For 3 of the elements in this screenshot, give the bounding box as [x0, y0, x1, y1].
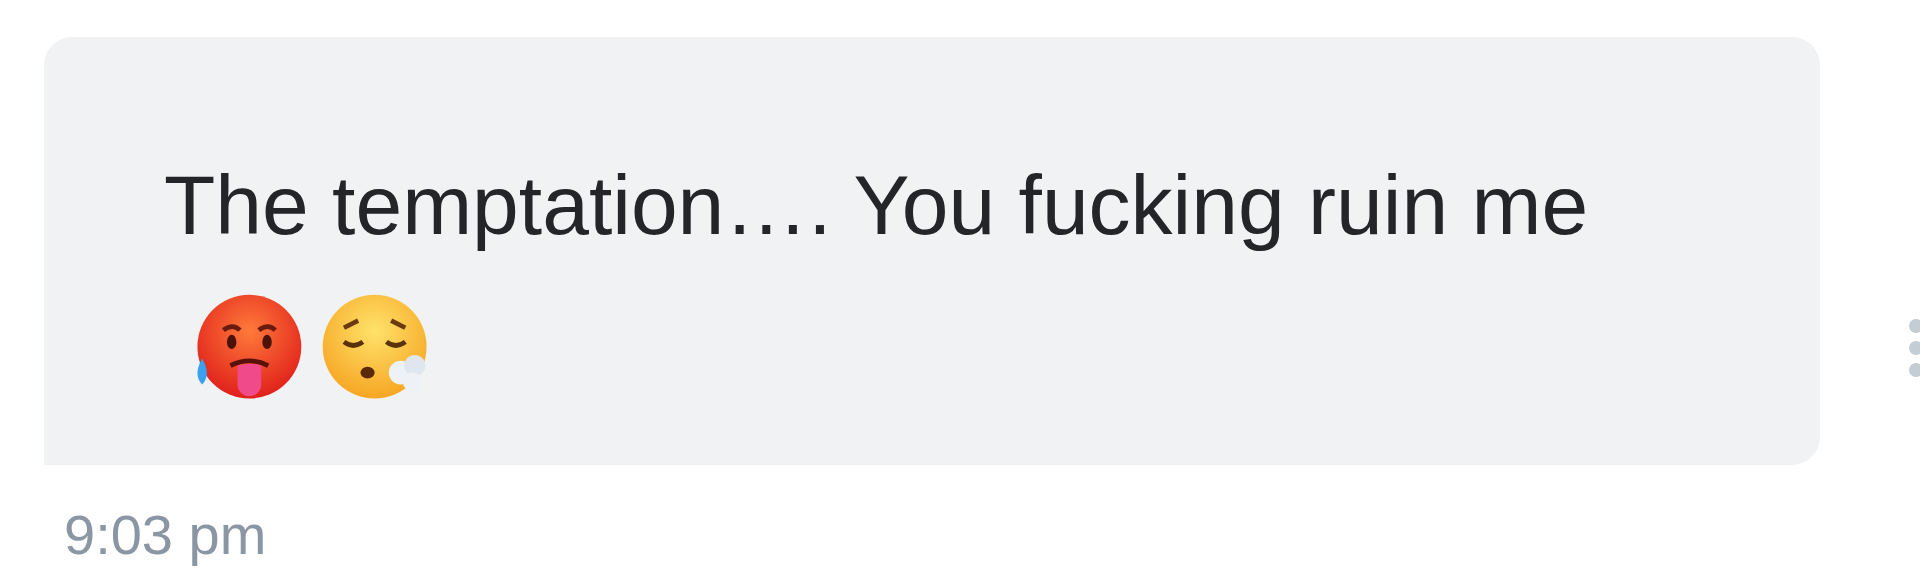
message-time: 9:03 pm [64, 503, 267, 567]
message-text: The temptation…. You fucking ruin me [164, 158, 1589, 252]
more-options-icon[interactable] [1906, 318, 1920, 378]
